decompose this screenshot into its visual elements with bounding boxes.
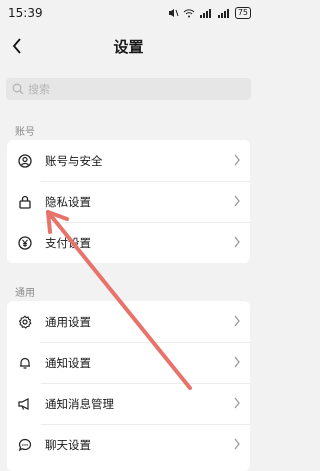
chevron-right-icon	[234, 236, 240, 248]
yen-icon	[17, 235, 33, 251]
page-title: 设置	[113, 37, 144, 56]
search-icon	[12, 83, 24, 95]
user-shield-icon	[17, 153, 33, 169]
chevron-right-icon	[234, 154, 240, 166]
section-label-general: 通用	[15, 288, 35, 299]
status-icons: 75	[167, 7, 251, 19]
gear-icon	[17, 314, 33, 330]
signal-icon-2	[217, 9, 229, 18]
nav-bar: 设置	[0, 28, 257, 64]
row-label: 通用设置	[45, 314, 91, 329]
row-label: 支付设置	[45, 235, 91, 250]
status-bar: 15:39 75	[0, 0, 257, 26]
lock-icon	[17, 194, 33, 210]
megaphone-icon	[17, 396, 33, 412]
wifi-icon	[183, 9, 195, 18]
row-label: 账号与安全	[45, 153, 103, 168]
battery-level: 75	[234, 7, 251, 19]
row-chat-settings[interactable]: 聊天设置	[7, 424, 250, 465]
chevron-right-icon	[234, 438, 240, 450]
chat-bubble-icon	[17, 437, 33, 453]
section-label-account: 账号	[15, 127, 35, 138]
chevron-right-icon	[234, 397, 240, 409]
account-card: 账号与安全 隐私设置 支付设置	[7, 140, 250, 263]
status-time: 15:39	[8, 6, 43, 20]
row-label: 通知消息管理	[45, 396, 114, 411]
chevron-right-icon	[234, 315, 240, 327]
row-general-settings[interactable]: 通用设置	[7, 301, 250, 342]
row-notification-settings[interactable]: 通知设置	[7, 342, 250, 383]
row-label: 聊天设置	[45, 437, 91, 452]
chevron-right-icon	[234, 195, 240, 207]
row-label: 隐私设置	[45, 194, 91, 209]
bell-icon	[17, 355, 33, 371]
row-privacy-settings[interactable]: 隐私设置	[7, 181, 250, 222]
chevron-left-icon	[12, 38, 21, 54]
search-input[interactable]: 搜索	[6, 78, 251, 100]
row-label: 通知设置	[45, 355, 91, 370]
general-card: 通用设置 通知设置 通知消息管理 聊天设置	[7, 301, 250, 471]
back-button[interactable]	[6, 34, 28, 58]
chevron-right-icon	[234, 356, 240, 368]
signal-icon	[199, 9, 211, 18]
row-payment-settings[interactable]: 支付设置	[7, 222, 250, 263]
row-account-security[interactable]: 账号与安全	[7, 140, 250, 181]
row-notification-message-management[interactable]: 通知消息管理	[7, 383, 250, 424]
search-placeholder: 搜索	[28, 83, 50, 96]
mute-icon	[168, 9, 179, 17]
